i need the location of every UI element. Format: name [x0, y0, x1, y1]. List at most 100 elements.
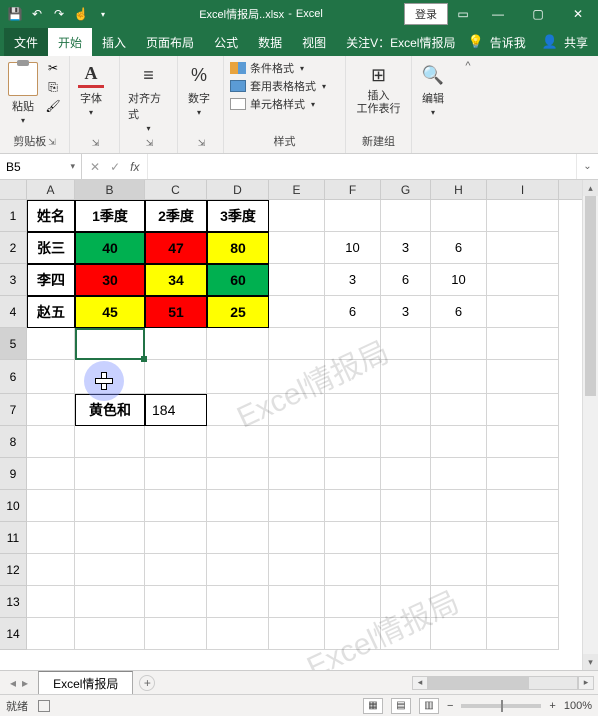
cell[interactable]: [269, 360, 325, 394]
cell[interactable]: [75, 618, 145, 650]
cell[interactable]: [487, 200, 559, 232]
scroll-right-icon[interactable]: ▸: [578, 676, 594, 690]
zoom-slider[interactable]: [461, 704, 541, 708]
scroll-thumb[interactable]: [585, 196, 596, 396]
minimize-icon[interactable]: —: [478, 0, 518, 28]
cell[interactable]: [325, 360, 381, 394]
cell[interactable]: [207, 360, 269, 394]
cell[interactable]: 40: [75, 232, 145, 264]
cell[interactable]: [27, 426, 75, 458]
cell[interactable]: [75, 586, 145, 618]
cell[interactable]: [431, 458, 487, 490]
scroll-track[interactable]: [583, 196, 598, 654]
cell[interactable]: [207, 586, 269, 618]
cell[interactable]: [269, 264, 325, 296]
cell[interactable]: [27, 490, 75, 522]
tab-layout[interactable]: 页面布局: [136, 28, 204, 56]
cell[interactable]: [145, 360, 207, 394]
cell[interactable]: [487, 490, 559, 522]
page-layout-view-icon[interactable]: ▤: [391, 698, 411, 714]
cell[interactable]: [487, 360, 559, 394]
cell[interactable]: [145, 426, 207, 458]
tab-file[interactable]: 文件: [4, 28, 48, 56]
cut-icon[interactable]: ✂: [44, 60, 62, 76]
cell[interactable]: 2季度: [145, 200, 207, 232]
cell[interactable]: [269, 426, 325, 458]
cell[interactable]: [145, 458, 207, 490]
cell[interactable]: 184: [145, 394, 207, 426]
cell[interactable]: [325, 328, 381, 360]
cell[interactable]: [381, 554, 431, 586]
cell[interactable]: [487, 586, 559, 618]
cell[interactable]: [431, 554, 487, 586]
row-header-2[interactable]: 2: [0, 232, 27, 264]
lightbulb-icon[interactable]: 💡: [468, 34, 484, 50]
row-header-11[interactable]: 11: [0, 522, 27, 554]
cell[interactable]: 6: [431, 232, 487, 264]
tab-follow[interactable]: 关注V：Excel情报局: [336, 28, 465, 56]
horizontal-scrollbar[interactable]: ◂ ▸: [155, 671, 598, 694]
share-icon[interactable]: 👤: [542, 34, 558, 50]
cell[interactable]: 10: [431, 264, 487, 296]
font-button[interactable]: A 字体 ▾: [76, 60, 106, 119]
cell[interactable]: [27, 328, 75, 360]
cell[interactable]: 张三: [27, 232, 75, 264]
cell[interactable]: [27, 458, 75, 490]
cell[interactable]: 1季度: [75, 200, 145, 232]
fill-handle[interactable]: [141, 356, 147, 362]
redo-icon[interactable]: ↷: [50, 5, 68, 23]
cell[interactable]: [431, 426, 487, 458]
cell[interactable]: [325, 426, 381, 458]
cell[interactable]: 80: [207, 232, 269, 264]
tab-view[interactable]: 视图: [292, 28, 336, 56]
cell[interactable]: [75, 490, 145, 522]
sheet-tab[interactable]: Excel情报局: [38, 671, 133, 694]
enter-icon[interactable]: ✓: [110, 160, 120, 174]
cell[interactable]: [431, 360, 487, 394]
cell[interactable]: [381, 360, 431, 394]
cell[interactable]: [27, 554, 75, 586]
tab-data[interactable]: 数据: [248, 28, 292, 56]
col-header-F[interactable]: F: [325, 180, 381, 199]
row-header-7[interactable]: 7: [0, 394, 27, 426]
conditional-format-button[interactable]: 条件格式▾: [230, 60, 326, 76]
cell[interactable]: [269, 490, 325, 522]
format-painter-icon[interactable]: 🖌: [44, 98, 62, 114]
cancel-icon[interactable]: ✕: [90, 160, 100, 174]
cell[interactable]: [381, 618, 431, 650]
cell[interactable]: [207, 328, 269, 360]
scroll-thumb[interactable]: [429, 677, 529, 689]
page-break-view-icon[interactable]: ▥: [419, 698, 439, 714]
launcher-icon[interactable]: ⇲: [198, 138, 206, 149]
cell[interactable]: [27, 522, 75, 554]
cell[interactable]: [487, 232, 559, 264]
cell[interactable]: [75, 360, 145, 394]
cell[interactable]: [145, 522, 207, 554]
cell[interactable]: [431, 586, 487, 618]
col-header-H[interactable]: H: [431, 180, 487, 199]
cell[interactable]: [27, 394, 75, 426]
row-header-10[interactable]: 10: [0, 490, 27, 522]
cell[interactable]: [269, 200, 325, 232]
cell[interactable]: [325, 394, 381, 426]
cell[interactable]: [269, 296, 325, 328]
tab-insert[interactable]: 插入: [92, 28, 136, 56]
chevron-down-icon[interactable]: ▾: [70, 161, 75, 172]
cell[interactable]: [27, 618, 75, 650]
cell[interactable]: [269, 328, 325, 360]
cell[interactable]: [207, 490, 269, 522]
tab-formula[interactable]: 公式: [204, 28, 248, 56]
cell[interactable]: 45: [75, 296, 145, 328]
cell[interactable]: [325, 490, 381, 522]
cell[interactable]: [207, 426, 269, 458]
cell[interactable]: [75, 522, 145, 554]
cell[interactable]: [431, 618, 487, 650]
cell[interactable]: [381, 490, 431, 522]
cell[interactable]: [207, 554, 269, 586]
fx-icon[interactable]: fx: [130, 160, 139, 174]
insert-row-button[interactable]: ⊞ 插入 工作表行: [355, 60, 403, 118]
cell[interactable]: 6: [381, 264, 431, 296]
macro-record-icon[interactable]: [38, 700, 50, 712]
cell[interactable]: [431, 522, 487, 554]
cell[interactable]: 25: [207, 296, 269, 328]
